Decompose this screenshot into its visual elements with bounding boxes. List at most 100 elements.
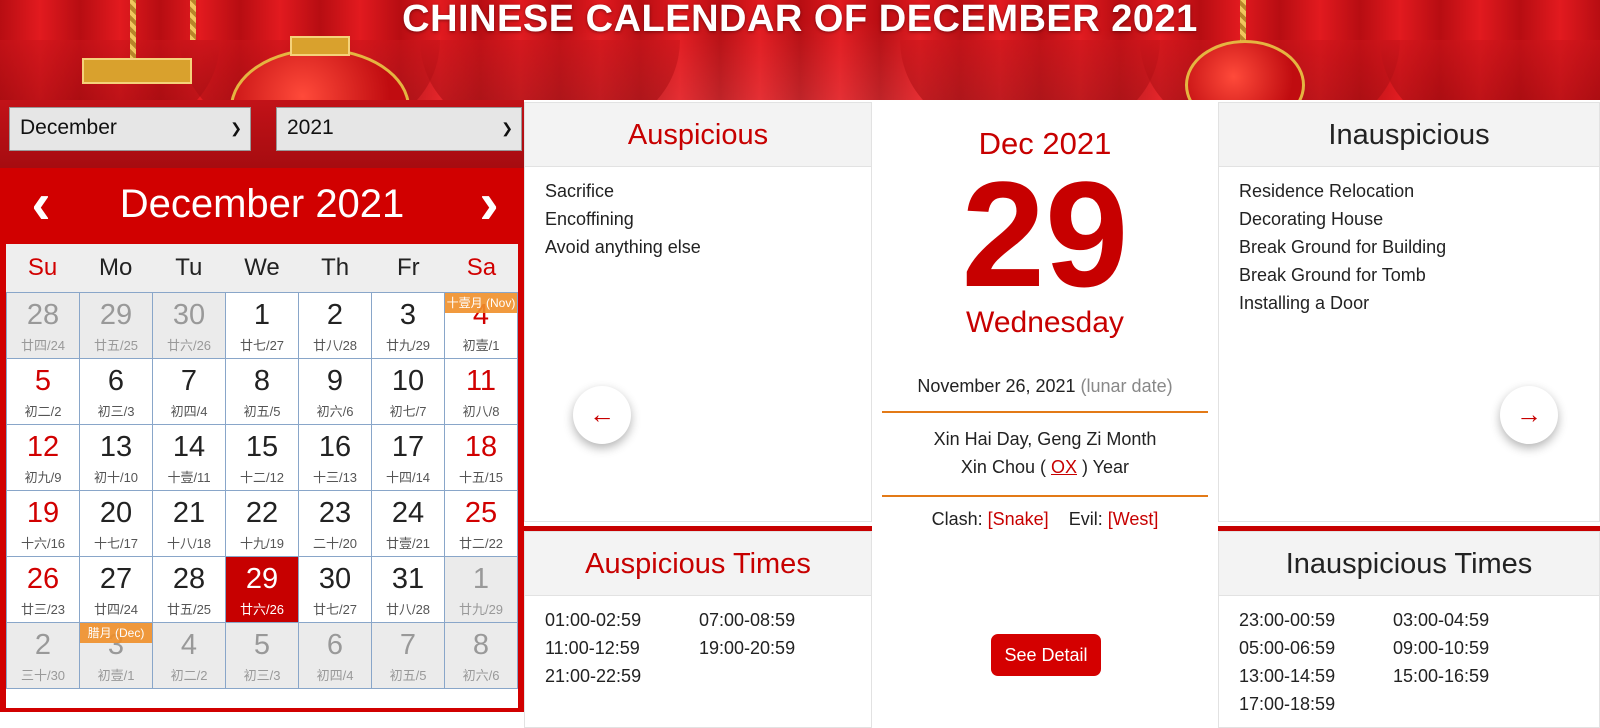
calendar-day[interactable]: 16 十三/13: [299, 425, 372, 491]
day-number: 30: [318, 563, 352, 595]
day-number: 17: [391, 431, 425, 463]
calendar-day[interactable]: 1 廿九/29: [445, 557, 518, 623]
weekday-label: Su: [27, 254, 58, 281]
calendar-day[interactable]: 28 廿五/25: [153, 557, 226, 623]
list-item: Sacrifice: [545, 181, 615, 201]
list-item: 21:00-22:59: [545, 666, 642, 686]
year-select-value: 2021: [287, 116, 334, 139]
day-number: 21: [172, 497, 206, 529]
lunar-day: 廿壹/21: [385, 536, 431, 551]
day-number: 9: [326, 365, 344, 397]
lunar-day: 十六/16: [20, 536, 66, 551]
chevron-right-icon[interactable]: ›: [464, 175, 514, 236]
day-number: 2: [326, 299, 344, 331]
calendar-day[interactable]: 9 初六/6: [299, 359, 372, 425]
calendar-day[interactable]: 8 初六/6: [445, 623, 518, 689]
arrow-left-icon[interactable]: ←: [573, 386, 631, 444]
day-number: 25: [464, 497, 498, 529]
calendar-day[interactable]: 30 廿六/26: [153, 293, 226, 359]
calendar-day[interactable]: 23 二十/20: [299, 491, 372, 557]
calendar-day[interactable]: 14 十壹/11: [153, 425, 226, 491]
lunar-day: 廿八/28: [385, 602, 431, 617]
calendar-day[interactable]: 30 廿七/27: [299, 557, 372, 623]
day-number: 28: [26, 299, 60, 331]
calendar-day[interactable]: 6 初三/3: [80, 359, 153, 425]
calendar-day[interactable]: 12 初九/9: [7, 425, 80, 491]
clash-label: Clash:: [931, 509, 983, 529]
calendar-day[interactable]: 十壹月 (Nov) 4 初壹/1: [445, 293, 518, 359]
calendar-day[interactable]: 22 十九/19: [226, 491, 299, 557]
chevron-left-icon[interactable]: ‹: [16, 175, 66, 236]
calendar-day[interactable]: 25 廿二/22: [445, 491, 518, 557]
calendar-day[interactable]: 5 初二/2: [7, 359, 80, 425]
lunar-day: 十壹/11: [167, 470, 211, 485]
calendar-day[interactable]: 1 廿七/27: [226, 293, 299, 359]
calendar-day[interactable]: 11 初八/8: [445, 359, 518, 425]
calendar-day[interactable]: 29 廿五/25: [80, 293, 153, 359]
calendar-day[interactable]: 10 初七/7: [372, 359, 445, 425]
calendar-day[interactable]: 7 初四/4: [153, 359, 226, 425]
calendar-day[interactable]: 26 廿三/23: [7, 557, 80, 623]
calendar-day[interactable]: 15 十二/12: [226, 425, 299, 491]
lunar-day: 十五/15: [458, 470, 504, 485]
calendar-day[interactable]: 4 初二/2: [153, 623, 226, 689]
day-number: 31: [391, 563, 425, 595]
list-item: 05:00-06:59: [1239, 638, 1336, 658]
lunar-day: 廿八/28: [312, 338, 358, 353]
evil-label: Evil:: [1068, 509, 1103, 529]
lunar-day: 廿九/29: [385, 338, 431, 353]
calendar-day[interactable]: 2 廿八/28: [299, 293, 372, 359]
zodiac-link[interactable]: OX: [1051, 457, 1077, 477]
arrow-right-icon[interactable]: →: [1500, 386, 1558, 444]
list-item: 13:00-14:59: [1239, 666, 1336, 686]
calendar-day[interactable]: 8 初五/5: [226, 359, 299, 425]
month-select[interactable]: December ❯: [9, 107, 251, 151]
auspicious-list: Sacrifice Encoffining Avoid anything else: [525, 167, 871, 271]
lunar-day: 廿四/24: [20, 338, 66, 353]
calendar-day[interactable]: 腊月 (Dec) 3 初壹/1: [80, 623, 153, 689]
calendar-day[interactable]: 21 十八/18: [153, 491, 226, 557]
calendar-day[interactable]: 7 初五/5: [372, 623, 445, 689]
chevron-down-icon: ❯: [501, 120, 513, 136]
auspicious-panel: Auspicious Sacrifice Encoffining Avoid any…: [524, 102, 872, 522]
day-number: 19: [26, 497, 60, 529]
calendar-day[interactable]: 5 初三/3: [226, 623, 299, 689]
calendar-grid: Su Mo Tu We Th Fr Sa 28 廿四/24 29 廿五/25 30 廿六/26 1 廿七/…: [6, 244, 518, 708]
clash-info: Clash: [Snake] Evil: [West]: [872, 509, 1218, 530]
day-number: 20: [99, 497, 133, 529]
lunar-day: 廿六/26: [239, 602, 285, 617]
list-item: 15:00-16:59: [1393, 666, 1490, 686]
day-number: 22: [245, 497, 279, 529]
list-item: Break Ground for Building: [1239, 237, 1447, 257]
calendar-day[interactable]: 18 十五/15: [445, 425, 518, 491]
calendar-day[interactable]: 24 廿壹/21: [372, 491, 445, 557]
calendar-day[interactable]: 3 廿九/29: [372, 293, 445, 359]
calendar-day[interactable]: 27 廿四/24: [80, 557, 153, 623]
auspicious-times-list: 01:00-02:59 07:00-08:59 11:00-12:59 19:00-2…: [525, 596, 871, 700]
calendar-day[interactable]: 17 十四/14: [372, 425, 445, 491]
lunar-day: 初二/2: [170, 668, 208, 683]
calendar-day[interactable]: 29 廿六/26: [226, 557, 299, 623]
calendar-day[interactable]: 19 十六/16: [7, 491, 80, 557]
day-number: 8: [472, 629, 490, 661]
calendar-day[interactable]: 31 廿八/28: [372, 557, 445, 623]
calendar-day[interactable]: 28 廿四/24: [7, 293, 80, 359]
day-number: 10: [391, 365, 425, 397]
lunar-day: 初五/5: [243, 404, 281, 419]
auspicious-title: Auspicious: [525, 103, 871, 167]
list-item: Installing a Door: [1239, 293, 1370, 313]
day-number: 6: [107, 365, 125, 397]
lunar-day: 廿五/25: [166, 602, 212, 617]
day-number: 16: [318, 431, 352, 463]
year-select[interactable]: 2021 ❯: [276, 107, 522, 151]
auspicious-times-panel: Auspicious Times 01:00-02:59 07:00-08:59 1…: [524, 531, 872, 728]
inauspicious-list: Residence Relocation Decorating House Brea…: [1219, 167, 1599, 327]
calendar-day[interactable]: 6 初四/4: [299, 623, 372, 689]
calendar-day[interactable]: 13 初十/10: [80, 425, 153, 491]
see-detail-button[interactable]: See Detail: [991, 634, 1101, 676]
calendar-day[interactable]: 2 三十/30: [7, 623, 80, 689]
evil-value: [West]: [1107, 509, 1159, 529]
calendar-day[interactable]: 20 十七/17: [80, 491, 153, 557]
lunar-day: 初四/4: [316, 668, 354, 683]
list-item: 09:00-10:59: [1393, 638, 1490, 658]
